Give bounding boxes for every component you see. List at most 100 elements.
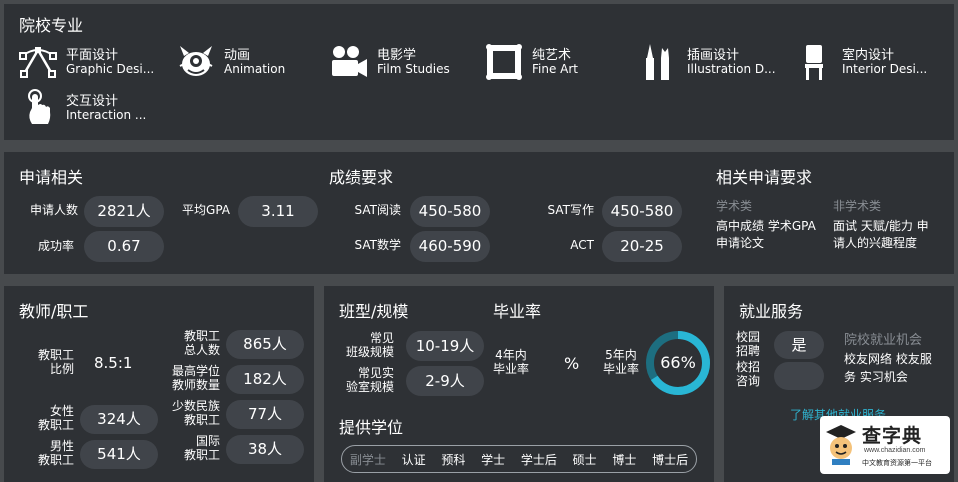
degree-master: 硕士 <box>572 452 597 467</box>
gpa-label: 平均GPA <box>182 203 230 217</box>
success-label: 成功率 <box>37 239 74 253</box>
applicants-value: 2821人 <box>84 196 164 227</box>
total-label: 教职工 总人数 <box>172 329 220 357</box>
male-value: 541人 <box>80 440 158 469</box>
intl-label: 国际 教职工 <box>172 434 220 462</box>
female-value: 324人 <box>80 405 158 434</box>
sat-writing-label: SAT写作 <box>547 203 594 217</box>
recruit-value: 是 <box>774 331 824 359</box>
sat-writing-value: 450-580 <box>602 196 682 227</box>
mascot-icon <box>824 422 858 466</box>
opportunities-line2: 务 实习机会 <box>844 370 908 384</box>
degree-certificate: 认证 <box>401 452 426 467</box>
act-value: 20-25 <box>602 231 682 262</box>
class-size-label: 常见 班级规模 <box>338 331 394 359</box>
male-label: 男性 教职工 <box>28 439 74 467</box>
minority-value: 77人 <box>226 400 304 429</box>
majors-panel: 院校专业 平面设计 Graphic Desi... 动画 Animation 电影学… <box>4 4 954 140</box>
ratio-label-1: 教职工 <box>37 348 74 362</box>
major-film-studies[interactable]: 电影学 Film Studies <box>329 42 450 82</box>
major-zh: 交互设计 <box>66 93 119 109</box>
creature-icon <box>176 42 216 82</box>
employment-panel: 就业服务 校园 招聘 是 校招 咨询 院校就业机会 校友网络 校友服 务 实习机会 … <box>724 286 954 482</box>
application-title: 申请相关 <box>19 168 84 187</box>
five-year-label: 5年内 毕业率 <box>600 348 642 376</box>
sat-math-value: 460-590 <box>410 231 490 262</box>
four-label-2: 毕业率 <box>492 362 529 376</box>
major-en: Interaction ... <box>66 107 147 122</box>
nonacademic-line2: 请人的兴趣程度 <box>833 236 918 250</box>
class-label-2: 班级规模 <box>345 345 394 359</box>
major-en: Graphic Desi... <box>66 61 155 76</box>
faculty-panel: 教师/职工 教职工 比例 8.5:1 教职工 总人数 865人 最高学位 教师数量 1… <box>4 286 314 482</box>
opportunities-line1: 校友网络 校友服 <box>844 352 932 366</box>
major-fine-art[interactable]: 纯艺术 Fine Art <box>484 42 578 82</box>
degrees-list: 副学士 认证 预科 学士 学士后 硕士 博士 博士后 <box>341 445 697 473</box>
sat-reading-value: 450-580 <box>410 196 490 227</box>
total-label-2: 总人数 <box>183 343 220 357</box>
major-zh: 室内设计 <box>842 47 895 63</box>
lab-label-1: 常见实 <box>357 366 394 380</box>
major-interaction-design[interactable]: 交互设计 Interaction ... <box>18 88 146 128</box>
classes-title: 班型/规模 <box>339 302 409 321</box>
chair-icon <box>794 42 834 82</box>
major-zh: 平面设计 <box>66 47 119 63</box>
film-camera-icon <box>329 42 369 82</box>
act-label: ACT <box>570 238 594 252</box>
sat-math-label: SAT数学 <box>354 238 401 252</box>
ratio-label: 教职工 比例 <box>28 348 74 376</box>
total-label-1: 教职工 <box>183 329 220 343</box>
major-illustration-design[interactable]: 插画设计 Illustration D... <box>639 42 776 82</box>
four-year-label: 4年内 毕业率 <box>490 348 532 376</box>
five-year-ring: 66% <box>645 330 711 396</box>
consult-label-2: 咨询 <box>736 374 761 388</box>
minority-label-2: 教职工 <box>183 413 220 427</box>
academic-line1: 高中成绩 学术GPA <box>716 219 816 233</box>
lab-size-value: 2-9人 <box>406 366 484 396</box>
major-interior-design[interactable]: 室内设计 Interior Desi... <box>794 42 927 82</box>
intl-label-1: 国际 <box>195 434 220 448</box>
major-en: Film Studies <box>377 61 450 76</box>
nonacademic-line1: 面试 天赋/能力 申 <box>833 219 929 233</box>
success-value: 0.67 <box>84 231 164 262</box>
major-zh: 动画 <box>224 47 251 63</box>
consult-label-1: 校招 <box>736 360 761 374</box>
recruit-label: 校园 招聘 <box>736 330 764 358</box>
watermark-slogan: 中文教育资源第一平台 <box>862 459 932 467</box>
four-label-1: 4年内 <box>495 348 527 362</box>
pen-tool-icon <box>18 42 58 82</box>
female-label-1: 女性 <box>49 404 74 418</box>
major-animation[interactable]: 动画 Animation <box>176 42 285 82</box>
female-label: 女性 教职工 <box>28 404 74 432</box>
brushes-icon <box>639 42 679 82</box>
watermark-url: www.chazidian.com <box>864 447 926 454</box>
lab-label-2: 验室规模 <box>345 380 394 394</box>
faculty-title: 教师/职工 <box>19 302 89 321</box>
major-en: Animation <box>224 61 286 76</box>
major-zh: 纯艺术 <box>532 47 572 63</box>
recruit-label-1: 校园 <box>736 330 761 344</box>
class-size-value: 10-19人 <box>406 331 484 361</box>
graduation-title: 毕业率 <box>493 302 542 321</box>
highest-label: 最高学位 教师数量 <box>164 364 220 392</box>
degree-postdoctor: 博士后 <box>652 452 689 467</box>
major-en: Illustration D... <box>687 61 776 76</box>
total-value: 865人 <box>226 330 304 359</box>
female-label-2: 教职工 <box>37 418 74 432</box>
major-graphic-design[interactable]: 平面设计 Graphic Desi... <box>18 42 154 82</box>
major-en: Fine Art <box>532 61 579 76</box>
degree-doctor: 博士 <box>612 452 637 467</box>
academic-line2: 申请论文 <box>716 236 765 250</box>
class-label-1: 常见 <box>369 331 394 345</box>
intl-label-2: 教职工 <box>183 448 220 462</box>
male-label-2: 教职工 <box>37 453 74 467</box>
gpa-value: 3.11 <box>238 196 318 227</box>
picture-frame-icon <box>484 42 524 82</box>
majors-title: 院校专业 <box>19 16 84 35</box>
highest-value: 182人 <box>226 365 304 394</box>
minority-label-1: 少数民族 <box>171 399 220 413</box>
major-en: Interior Desi... <box>842 61 928 76</box>
opportunities-title: 院校就业机会 <box>844 333 923 348</box>
recruit-label-2: 招聘 <box>736 344 761 358</box>
consult-value <box>774 362 824 390</box>
